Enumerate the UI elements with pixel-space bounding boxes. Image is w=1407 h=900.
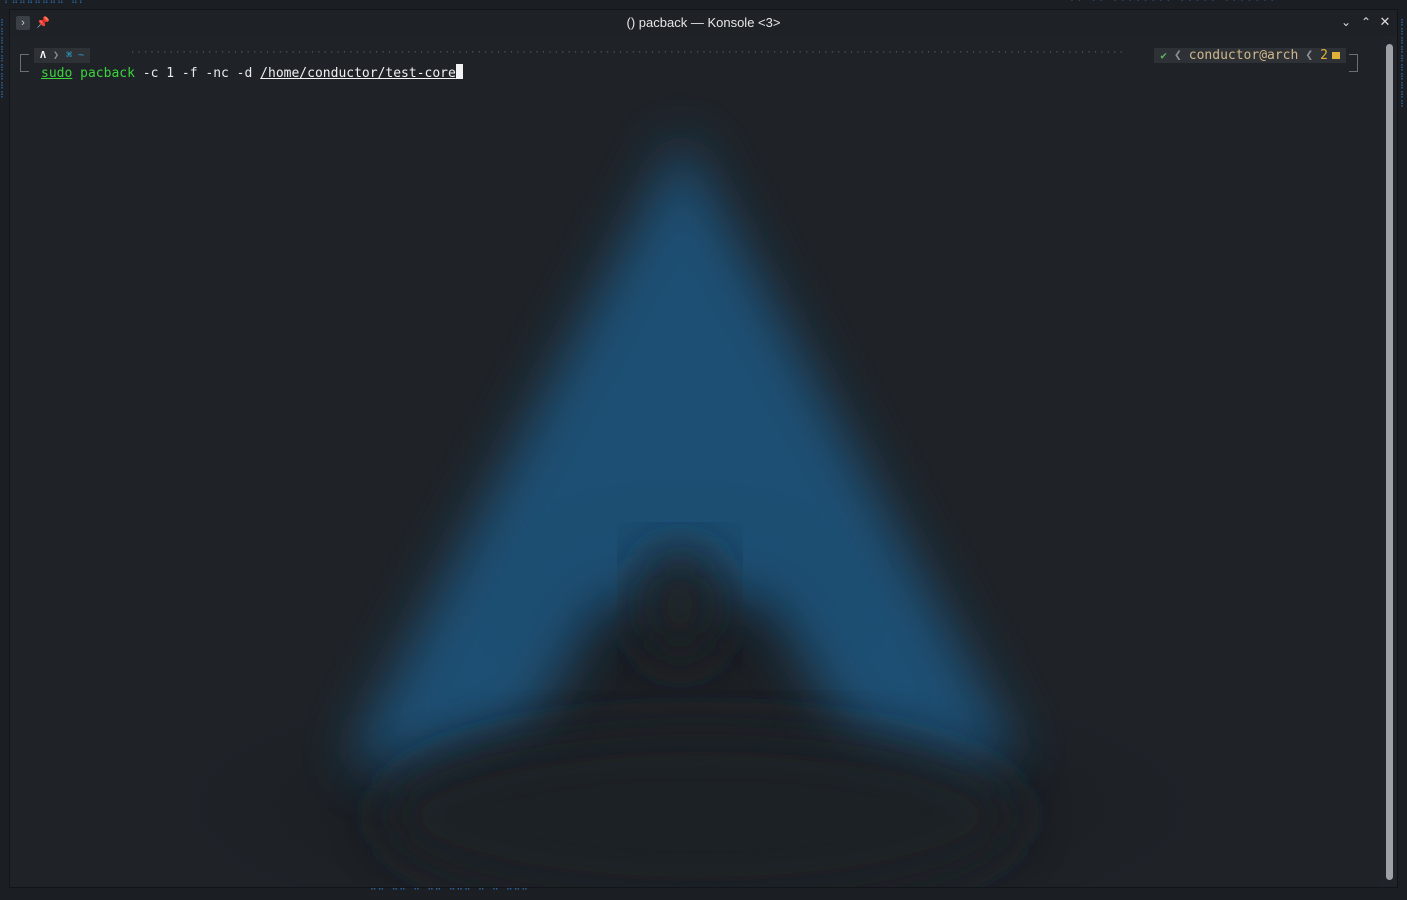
text-cursor: [455, 64, 463, 79]
arch-logo-wallpaper: [350, 136, 1020, 887]
arch-os-icon: Λ: [40, 50, 47, 61]
powerline-prompt: Λ ❯ ⌘ ~ ································…: [10, 44, 1382, 72]
minimize-button[interactable]: ⌄: [1337, 13, 1355, 31]
maximize-button[interactable]: ⌃: [1357, 13, 1375, 31]
desktop-dots-left: ⠇ ⠇ ⠇ ⠇ ⠇ ⠇ ⠇ ⠇ ⠇: [0, 19, 8, 101]
desktop-dots-bottom: ⠉⠉ ⠉⠉ ⠉ ⠉⠉ ⠉⠉⠉ ⠉ ⠉ ⠉⠉⠉: [370, 888, 529, 898]
command-sudo: sudo: [41, 66, 73, 81]
status-ok-icon: ✔: [1160, 49, 1167, 62]
vertical-scrollbar[interactable]: [1386, 44, 1393, 880]
prompt-left-segment: Λ ❯ ⌘ ~: [34, 48, 91, 63]
prompt-frame-left: [20, 54, 29, 72]
chevron-up-icon: ⌃: [1360, 15, 1372, 29]
segment-separator-icon: ❮: [1173, 48, 1182, 63]
command-program: pacback: [80, 66, 135, 81]
segment-separator-icon: ❯: [53, 50, 60, 61]
command-line[interactable]: sudo pacback -c 1 -f -nc -d /home/conduc…: [41, 64, 463, 83]
title-bar[interactable]: › 📌 () pacback — Konsole <3> ⌄ ⌃ ✕: [10, 10, 1397, 36]
prompt-frame-right: [1349, 54, 1358, 72]
window-title: () pacback — Konsole <3>: [626, 15, 781, 30]
scrollbar-thumb[interactable]: [1386, 44, 1393, 880]
close-button[interactable]: ✕: [1376, 13, 1394, 31]
close-icon: ✕: [1379, 14, 1391, 29]
home-dir-icon: ⌘ ~: [66, 50, 85, 61]
desktop-dots-right: ⠇ ⠇ ⠇ ⠇ ⠇ ⠇ ⠇ ⠇ ⠇ ⠇: [1400, 19, 1407, 110]
jobs-icon: [1332, 52, 1340, 59]
background-jobs-count: 2: [1320, 48, 1328, 63]
prompt-right-segment: ✔ ❮ conductor@arch ❮ 2: [1154, 48, 1346, 63]
prompt-filler-dots: ········································…: [130, 48, 1122, 58]
konsole-window: › 📌 () pacback — Konsole <3> ⌄ ⌃ ✕ Λ ❯ ⌘…: [10, 10, 1397, 887]
user-host-context: conductor@arch: [1188, 48, 1299, 63]
desktop-dots-topright: ⠁⠁ ⠁⠁ ⠁⠁⠁⠁⠁⠁⠁⠁ ⠁⠁⠁⠁⠁ ⠁⠁⠁⠁⠁⠁⠁: [1070, 0, 1278, 9]
command-arguments: -c 1 -f -nc -d: [134, 66, 261, 81]
desktop-dots-top: ⠃⠛⠛⠛⠛⠛⠛⠛ ⠛⠃: [4, 0, 87, 9]
terminal-area[interactable]: Λ ❯ ⌘ ~ ································…: [10, 36, 1382, 887]
command-path-argument: /home/conductor/test-core: [260, 66, 456, 81]
chevron-down-icon: ⌄: [1340, 15, 1352, 29]
segment-separator-icon: ❮: [1305, 48, 1314, 63]
